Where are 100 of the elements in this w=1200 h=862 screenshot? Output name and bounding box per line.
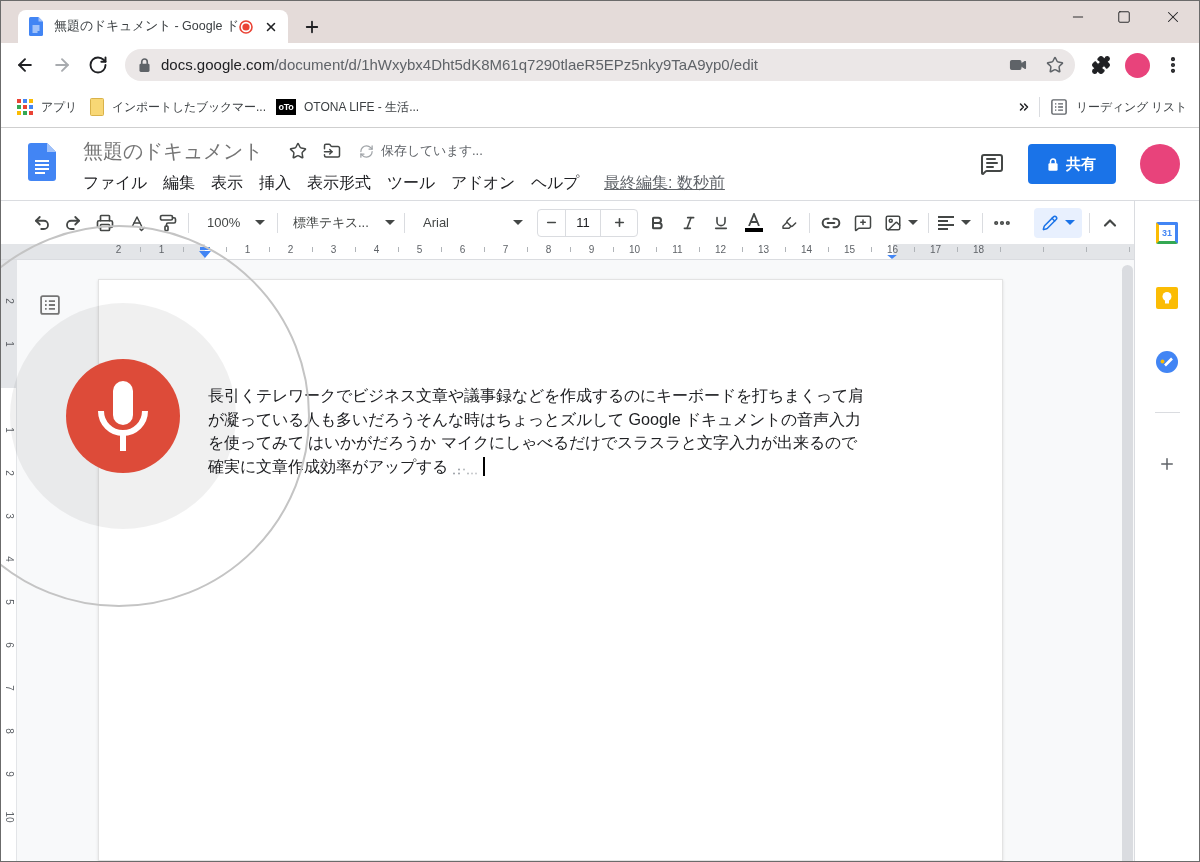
ruler-number: 3 bbox=[330, 244, 337, 256]
site-logo: oTo bbox=[276, 99, 296, 115]
paragraph-line: を使ってみて はいかがだろうか マイクにしゃべるだけでスラスラと文字入力が出来るので bbox=[208, 432, 857, 454]
align-left-icon bbox=[937, 214, 955, 231]
ruler-number: 5 bbox=[416, 244, 423, 256]
bookmark-item[interactable]: アプリ bbox=[17, 98, 77, 116]
pencil-icon bbox=[1041, 214, 1058, 231]
profile-avatar[interactable] bbox=[1125, 52, 1150, 78]
ruler-number: 2 bbox=[3, 297, 14, 304]
ruler-number: 12 bbox=[714, 244, 727, 256]
ruler-number: 14 bbox=[800, 244, 813, 256]
extensions-icon[interactable] bbox=[1091, 55, 1111, 75]
ruler-number: 1 bbox=[244, 244, 251, 256]
plus-icon bbox=[612, 216, 626, 229]
caret-icon bbox=[908, 220, 918, 225]
add-app-icon[interactable] bbox=[1158, 455, 1176, 473]
last-edit-link[interactable]: 最終編集: 数秒前 bbox=[604, 171, 725, 195]
zoom-select[interactable]: 100% bbox=[195, 208, 271, 237]
microphone-icon bbox=[97, 381, 149, 451]
calendar-app-button[interactable]: 31 bbox=[1156, 222, 1178, 244]
bookmark-star-icon[interactable] bbox=[1046, 56, 1064, 74]
font-size-field[interactable]: 11 bbox=[565, 209, 601, 236]
insert-image-button[interactable] bbox=[884, 213, 918, 232]
bookmark-item[interactable]: インポートしたブックマー... bbox=[90, 98, 266, 116]
star-icon[interactable] bbox=[289, 142, 307, 160]
comments-icon[interactable] bbox=[980, 152, 1004, 176]
text-color-icon bbox=[747, 213, 761, 226]
menu-item[interactable]: ヘルプ bbox=[531, 171, 579, 195]
font-select[interactable]: Arial bbox=[411, 208, 529, 237]
ruler-number: 7 bbox=[502, 244, 509, 256]
underline-icon[interactable] bbox=[713, 214, 729, 231]
ruler-number: 9 bbox=[3, 770, 14, 777]
ruler-number: 1 bbox=[158, 244, 165, 256]
ruler-number: 4 bbox=[3, 555, 14, 562]
menu-item[interactable]: 表示形式 bbox=[307, 171, 371, 195]
italic-icon[interactable] bbox=[681, 214, 697, 231]
lock-icon bbox=[139, 58, 150, 72]
ruler-number: 16 bbox=[886, 244, 899, 256]
ruler-number: 3 bbox=[3, 512, 14, 519]
caret-icon bbox=[255, 220, 265, 225]
menu-item[interactable]: 編集 bbox=[163, 171, 195, 195]
lock-icon bbox=[1048, 157, 1058, 171]
ruler-number: 8 bbox=[3, 727, 14, 734]
caret-icon bbox=[385, 220, 395, 225]
paragraph-style-select[interactable]: 標準テキス... bbox=[284, 208, 398, 237]
ruler-number: 2 bbox=[115, 244, 122, 256]
address-bar[interactable]: docs.google.com/document/d/1hWxybx4Dht5dK8M61q7290tlaeR5EPz5nky9TaA9yp0/edit bbox=[125, 49, 1075, 81]
ruler-number: 6 bbox=[3, 641, 14, 648]
caret-icon bbox=[1064, 220, 1075, 225]
ruler-number: 11 bbox=[672, 244, 683, 256]
share-button[interactable]: 共有 bbox=[1028, 144, 1116, 184]
ruler-number: 2 bbox=[287, 244, 294, 256]
sync-icon bbox=[359, 143, 374, 159]
menu-item[interactable]: ファイル bbox=[83, 171, 147, 195]
document-outline-icon[interactable] bbox=[40, 295, 60, 315]
ruler-number: 9 bbox=[588, 244, 595, 256]
menu-item[interactable]: 挿入 bbox=[259, 171, 291, 195]
docs-logo[interactable] bbox=[28, 143, 56, 181]
ruler-number: 1 bbox=[3, 340, 14, 347]
new-tab-icon[interactable] bbox=[303, 18, 321, 36]
caret-icon bbox=[513, 220, 523, 225]
tasks-app-icon[interactable] bbox=[1156, 351, 1178, 373]
ruler-number: 8 bbox=[545, 244, 552, 256]
folder-icon bbox=[90, 98, 104, 116]
redo-icon[interactable] bbox=[64, 213, 82, 232]
reload-icon[interactable] bbox=[88, 55, 108, 75]
ruler-number: 7 bbox=[3, 684, 14, 691]
menu-item[interactable]: 表示 bbox=[211, 171, 243, 195]
menu-item[interactable]: アドオン bbox=[451, 171, 515, 195]
document-title[interactable]: 無題のドキュメント bbox=[83, 137, 263, 165]
print-icon[interactable] bbox=[96, 213, 114, 232]
ruler-number: 4 bbox=[373, 244, 380, 256]
reading-list-icon bbox=[1050, 99, 1067, 115]
apps-grid-icon bbox=[17, 99, 33, 115]
scrollbar[interactable] bbox=[1122, 265, 1133, 861]
ruler-number: 2 bbox=[3, 469, 14, 476]
ruler-number: 18 bbox=[972, 244, 985, 256]
undo-icon[interactable] bbox=[33, 213, 51, 232]
browser-tab[interactable]: 無題のドキュメント - Google ド bbox=[18, 10, 288, 43]
move-folder-icon[interactable] bbox=[323, 142, 341, 160]
ruler-number: 17 bbox=[929, 244, 942, 256]
ruler-number: 15 bbox=[843, 244, 856, 256]
reading-list-button[interactable]: リーディング リスト bbox=[1050, 98, 1187, 116]
ruler-number: 1 bbox=[3, 426, 14, 433]
text-color-button[interactable] bbox=[745, 213, 763, 232]
docs-favicon-icon bbox=[29, 17, 43, 36]
ruler-number: 5 bbox=[3, 598, 14, 605]
bookmark-item[interactable]: oTo OTONA LIFE - 生活... bbox=[276, 98, 420, 116]
menu-item[interactable]: ツール bbox=[387, 171, 435, 195]
maximize-icon[interactable] bbox=[1117, 10, 1131, 24]
paint-format-icon[interactable] bbox=[159, 213, 177, 232]
indent-marker-icon[interactable] bbox=[198, 247, 211, 258]
add-comment-icon[interactable] bbox=[854, 213, 872, 232]
ruler-number: 6 bbox=[459, 244, 466, 256]
editing-mode-button[interactable] bbox=[1034, 207, 1082, 238]
back-icon[interactable] bbox=[15, 55, 35, 75]
highlighter-icon[interactable] bbox=[781, 214, 797, 231]
align-button[interactable] bbox=[937, 214, 971, 231]
bold-icon[interactable] bbox=[649, 214, 665, 231]
profile-avatar[interactable] bbox=[1140, 144, 1180, 184]
